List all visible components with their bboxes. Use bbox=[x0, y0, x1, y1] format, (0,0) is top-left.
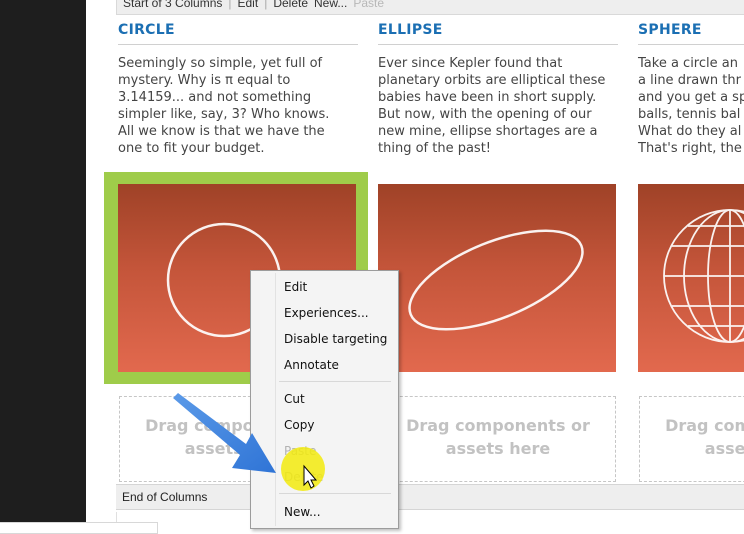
column-ellipse: ELLIPSE Ever since Kepler found that pla… bbox=[378, 22, 618, 157]
sphere-graphic bbox=[663, 209, 744, 343]
menu-separator bbox=[279, 381, 391, 382]
menu-item-edit[interactable]: Edit bbox=[253, 275, 394, 299]
menu-item-paste: Paste bbox=[253, 439, 394, 463]
menu-item-copy[interactable]: Copy bbox=[253, 413, 394, 437]
columns-toolbar: Start of 3 Columns | Edit | Delete New..… bbox=[116, 0, 744, 15]
column-text: Ever since Kepler found that planetary o… bbox=[378, 56, 606, 156]
dropzone-line1: Drag components or bbox=[406, 416, 590, 435]
page-canvas: Start of 3 Columns | Edit | Delete New..… bbox=[86, 0, 744, 528]
column-circle: CIRCLE Seemingly so simple, yet full of … bbox=[118, 22, 358, 157]
end-columns-bar: End of Columns bbox=[116, 484, 744, 510]
menu-separator bbox=[279, 493, 391, 494]
dropzone-ellipse[interactable]: Drag components or assets here bbox=[380, 396, 616, 482]
context-menu: Edit Experiences... Disable targeting An… bbox=[250, 270, 399, 529]
sphere-image[interactable] bbox=[638, 184, 744, 372]
column-sphere: SPHERE Take a circle an a line drawn thr… bbox=[638, 22, 744, 157]
dropzone-line2: assets here bbox=[445, 439, 551, 458]
next-component-placeholder bbox=[116, 512, 744, 528]
end-columns-label: End of Columns bbox=[122, 490, 208, 504]
menu-item-new[interactable]: New... bbox=[253, 500, 394, 524]
menu-item-disable-targeting[interactable]: Disable targeting bbox=[253, 327, 394, 351]
toolbar-paste-button: Paste bbox=[353, 0, 385, 10]
ellipse-image[interactable] bbox=[378, 184, 616, 372]
dropzone-line2: assets here bbox=[704, 439, 744, 458]
column-title: SPHERE bbox=[638, 22, 744, 45]
menu-item-annotate[interactable]: Annotate bbox=[253, 353, 394, 377]
column-text: Seemingly so simple, yet full of mystery… bbox=[118, 56, 330, 156]
start-columns-label: Start of 3 Columns bbox=[123, 0, 223, 10]
dropzone-line1: Drag components or bbox=[665, 416, 744, 435]
toolbar-edit-button[interactable]: Edit bbox=[238, 0, 259, 10]
cursor-highlight bbox=[281, 447, 325, 491]
toolbar-delete-button[interactable]: Delete bbox=[273, 0, 308, 10]
menu-item-experiences[interactable]: Experiences... bbox=[253, 301, 394, 325]
ellipse-graphic bbox=[408, 229, 584, 331]
column-title: ELLIPSE bbox=[378, 22, 618, 45]
column-title: CIRCLE bbox=[118, 22, 358, 45]
status-box bbox=[0, 522, 158, 534]
dropzone-sphere[interactable]: Drag components or assets here bbox=[639, 396, 744, 482]
column-text: Take a circle an a line drawn thr and yo… bbox=[638, 56, 744, 156]
left-rail bbox=[0, 0, 86, 528]
toolbar-new-button[interactable]: New... bbox=[314, 0, 347, 10]
menu-item-cut[interactable]: Cut bbox=[253, 387, 394, 411]
